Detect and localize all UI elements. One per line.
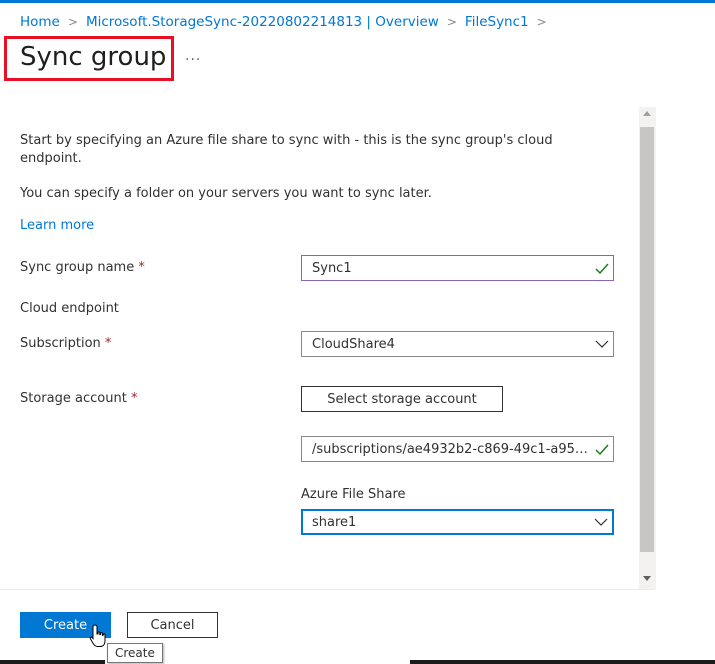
scroll-up-arrow-icon[interactable] xyxy=(643,111,651,116)
subscription-label: Subscription * xyxy=(20,336,112,351)
required-marker: * xyxy=(130,391,138,406)
storage-account-label: Storage account * xyxy=(20,391,138,406)
chevron-right-icon: > xyxy=(536,15,547,29)
learn-more-link[interactable]: Learn more xyxy=(20,218,94,233)
page-title: Sync group xyxy=(20,42,167,72)
scrollbar-thumb[interactable] xyxy=(640,127,654,552)
subscription-dropdown[interactable]: CloudShare4 xyxy=(301,331,614,357)
intro-text: Start by specifying an Azure file share … xyxy=(20,133,553,166)
bottom-edge-strip xyxy=(410,660,715,664)
breadcrumb-home[interactable]: Home xyxy=(20,14,60,30)
create-tooltip: Create xyxy=(107,643,163,663)
more-options-icon[interactable]: ··· xyxy=(185,52,201,68)
top-accent-line xyxy=(0,0,715,3)
form-panel: Start by specifying an Azure file share … xyxy=(0,100,640,590)
cloud-endpoint-heading: Cloud endpoint xyxy=(20,301,119,316)
chevron-down-icon xyxy=(591,340,613,348)
sync-group-name-label: Sync group name * xyxy=(20,260,145,275)
bottom-edge-strip xyxy=(0,660,105,664)
cancel-button[interactable]: Cancel xyxy=(127,612,218,638)
breadcrumb: Home > Microsoft.StorageSync-20220802214… xyxy=(20,14,555,30)
azure-file-share-dropdown[interactable]: share1 xyxy=(301,509,614,535)
checkmark-icon xyxy=(591,444,613,455)
scroll-down-arrow-icon[interactable] xyxy=(643,576,651,581)
chevron-right-icon: > xyxy=(67,15,78,29)
select-storage-account-button[interactable]: Select storage account xyxy=(301,386,503,412)
azure-file-share-label: Azure File Share xyxy=(301,487,406,502)
vertical-scrollbar[interactable] xyxy=(639,107,656,589)
checkmark-icon xyxy=(591,263,613,274)
chevron-down-icon xyxy=(590,518,612,526)
chevron-right-icon: > xyxy=(446,15,457,29)
footer-divider xyxy=(0,589,655,590)
intro-text-2: You can specify a folder on your servers… xyxy=(20,186,432,201)
required-marker: * xyxy=(138,260,145,275)
breadcrumb-filesync[interactable]: FileSync1 xyxy=(465,14,529,30)
breadcrumb-storage-sync[interactable]: Microsoft.StorageSync-20220802214813 | O… xyxy=(86,14,439,30)
required-marker: * xyxy=(104,336,112,351)
storage-account-path-field[interactable]: /subscriptions/ae4932b2-c869-49c1-a952..… xyxy=(301,436,614,462)
sync-group-name-input[interactable]: Sync1 xyxy=(301,255,614,281)
